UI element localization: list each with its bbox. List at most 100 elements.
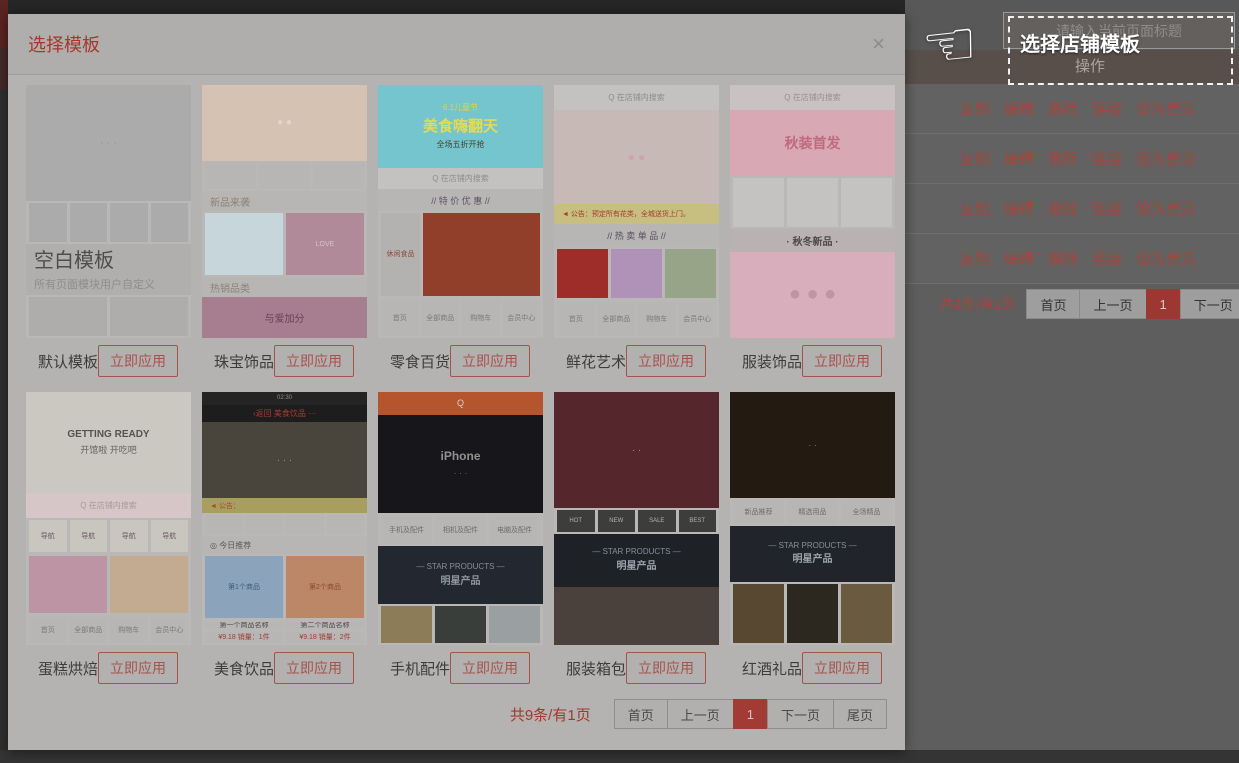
preview-block: 第1个商品第2个商品 — [202, 554, 367, 620]
template-preview: GETTING READY开馆啦 开吃吧Q 在店铺内搜索导航导航导航导航首页全部… — [26, 392, 191, 645]
template-caption: 服装饰品立即应用 — [730, 344, 895, 378]
template-preview: Q 在店铺内搜索秋装首发· 秋冬新品 ·● ● ● — [730, 85, 895, 338]
preview-block: 首页全部商品购物车会员中心 — [378, 298, 543, 338]
preview-block — [730, 582, 895, 645]
preview-cell: 会员中心 — [679, 302, 717, 336]
link-link[interactable]: 链接 — [1092, 148, 1122, 169]
preview-block — [202, 513, 367, 536]
apply-template-button[interactable]: 立即应用 — [626, 345, 706, 377]
preview-cell: 导航 — [151, 520, 189, 551]
preview-block: Q 在店铺内搜索 — [554, 85, 719, 110]
template-caption: 鲜花艺术立即应用 — [554, 344, 719, 378]
preview-cell: 首页 — [381, 300, 419, 336]
apply-template-button[interactable]: 立即应用 — [98, 345, 178, 377]
delete-link[interactable]: 删除 — [1048, 198, 1078, 219]
template-card-9: · ·HOTNEWSALEBEST— STAR PRODUCTS —明星产品服装… — [554, 392, 719, 685]
apply-template-button[interactable]: 立即应用 — [450, 652, 530, 684]
apply-template-button[interactable]: 立即应用 — [274, 345, 354, 377]
link-link[interactable]: 链接 — [1092, 98, 1122, 119]
preview-cell — [327, 515, 365, 534]
delete-link[interactable]: 删除 — [1048, 248, 1078, 269]
pagination-summary: 共9条/有1页 — [510, 704, 591, 725]
preview-block: ● ● ● — [730, 252, 895, 338]
set-as-home-link[interactable]: 设为首页 — [1136, 198, 1196, 219]
preview-cell — [259, 163, 310, 189]
next-page-button[interactable]: 下一页 — [1180, 289, 1239, 319]
template-caption: 默认模板立即应用 — [26, 344, 191, 378]
next-page-button[interactable]: 下一页 — [767, 699, 834, 729]
template-caption: 红酒礼品立即应用 — [730, 651, 895, 685]
apply-template-button[interactable]: 立即应用 — [274, 652, 354, 684]
preview-block: 所有页面模块用户自定义 — [26, 272, 191, 295]
copy-link[interactable]: 复制 — [960, 198, 990, 219]
page-1-button[interactable]: 1 — [733, 699, 768, 729]
preview-cell: 全部商品 — [598, 302, 636, 336]
preview-block: 与爱加分 — [202, 297, 367, 337]
edit-link[interactable]: 编辑 — [1004, 98, 1034, 119]
apply-template-button[interactable]: 立即应用 — [802, 345, 882, 377]
page-left-edge — [0, 0, 8, 763]
edit-link[interactable]: 编辑 — [1004, 198, 1034, 219]
preview-block: ● ● — [554, 110, 719, 204]
preview-block — [378, 604, 543, 644]
preview-block: 导航导航导航导航 — [26, 518, 191, 553]
delete-link[interactable]: 删除 — [1048, 148, 1078, 169]
prev-page-button[interactable]: 上一页 — [1079, 289, 1146, 319]
preview-cell: 购物车 — [638, 302, 676, 336]
preview-cell — [841, 584, 892, 643]
preview-block: 新品来袭 — [202, 191, 367, 211]
delete-link[interactable]: 删除 — [1048, 98, 1078, 119]
edit-link[interactable]: 编辑 — [1004, 248, 1034, 269]
copy-link[interactable]: 复制 — [960, 98, 990, 119]
preview-block: · · — [730, 392, 895, 498]
guide-label: 选择店铺模板 — [1020, 28, 1140, 57]
template-name: 手机配件 — [390, 658, 450, 679]
copy-link[interactable]: 复制 — [960, 148, 990, 169]
template-card-4: Q 在店铺内搜索● ●◄ 公告：预定所有花类，全城送货上门。// 热 卖 单 品… — [554, 85, 719, 378]
first-page-button[interactable]: 首页 — [1026, 289, 1080, 319]
modal-title: 选择模板 — [28, 31, 100, 57]
apply-template-button[interactable]: 立即应用 — [626, 652, 706, 684]
link-link[interactable]: 链接 — [1092, 248, 1122, 269]
apply-template-button[interactable]: 立即应用 — [98, 652, 178, 684]
template-name: 蛋糕烘焙 — [38, 658, 98, 679]
template-card-2: ● ●新品来袭LOVE热销品类与爱加分珠宝饰品立即应用 — [202, 85, 367, 378]
page-left-edge-accent — [0, 0, 8, 48]
preview-block: · · · — [202, 422, 367, 498]
preview-cell: 首页 — [29, 617, 67, 643]
edit-link[interactable]: 编辑 — [1004, 148, 1034, 169]
apply-template-button[interactable]: 立即应用 — [802, 652, 882, 684]
template-name: 零食百货 — [390, 351, 450, 372]
set-as-home-link[interactable]: 设为首页 — [1136, 148, 1196, 169]
preview-block: — STAR PRODUCTS —明星产品 — [378, 546, 543, 604]
modal-body: · · ·空白模板所有页面模块用户自定义默认模板立即应用 ● ●新品来袭LOVE热… — [8, 75, 905, 729]
preview-cell: 购物车 — [462, 300, 500, 336]
preview-cell: 购物车 — [110, 617, 148, 643]
apply-template-button[interactable]: 立即应用 — [450, 345, 530, 377]
preview-cell — [489, 606, 540, 642]
preview-cell: ¥9.18 销量：2件 — [286, 632, 364, 643]
preview-cell: NEW — [598, 510, 636, 531]
template-preview: 02:30‹返回 美食饮品 ···· · ·◄ 公告：◎ 今日推荐第1个商品第2… — [202, 392, 367, 645]
preview-block: 秋装首发 — [730, 110, 895, 176]
preview-block: 首页全部商品购物车会员中心 — [554, 300, 719, 338]
copy-link[interactable]: 复制 — [960, 248, 990, 269]
last-page-button[interactable]: 尾页 — [833, 699, 887, 729]
template-preview: QiPhone· · ·手机及配件相机及配件电脑及配件— STAR PRODUC… — [378, 392, 543, 645]
preview-cell: 电脑及配件 — [489, 515, 540, 544]
prev-page-button[interactable]: 上一页 — [667, 699, 734, 729]
template-preview: · · ·空白模板所有页面模块用户自定义 — [26, 85, 191, 338]
first-page-button[interactable]: 首页 — [614, 699, 668, 729]
set-as-home-link[interactable]: 设为首页 — [1136, 248, 1196, 269]
template-preview: · ·HOTNEWSALEBEST— STAR PRODUCTS —明星产品 — [554, 392, 719, 645]
template-card-3: 6.1儿童节美食嗨翻天全场五折开抢Q 在店铺内搜索// 特 价 优 惠 //休闲… — [378, 85, 543, 378]
close-icon[interactable]: × — [872, 33, 885, 55]
page-1-button[interactable]: 1 — [1146, 289, 1181, 319]
preview-block: 休闲食品 — [378, 211, 543, 297]
link-link[interactable]: 链接 — [1092, 198, 1122, 219]
preview-cell: 导航 — [70, 520, 108, 551]
template-caption: 手机配件立即应用 — [378, 651, 543, 685]
set-as-home-link[interactable]: 设为首页 — [1136, 98, 1196, 119]
template-preview: ● ●新品来袭LOVE热销品类与爱加分 — [202, 85, 367, 338]
preview-block: 手机及配件相机及配件电脑及配件 — [378, 513, 543, 546]
